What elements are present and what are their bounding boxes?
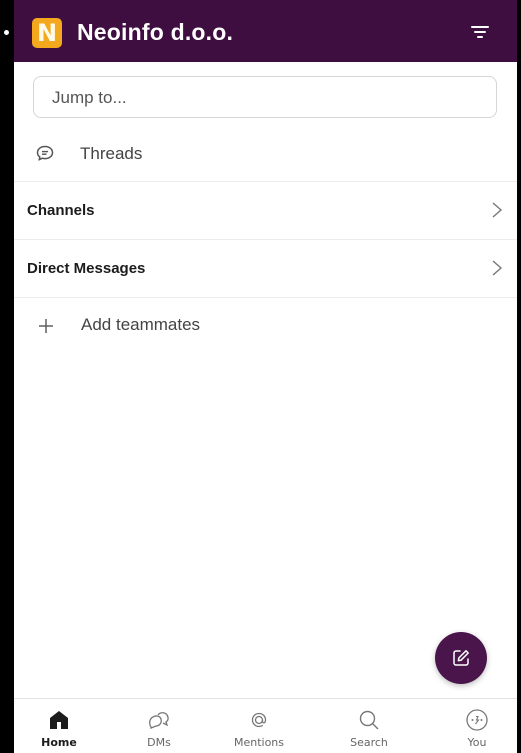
channels-label: Channels [27, 202, 95, 219]
nav-you[interactable]: You [437, 699, 517, 753]
mentions-icon [251, 712, 267, 728]
app-screen: N Neoinfo d.o.o. Jump to... Threads Chan… [14, 0, 517, 753]
nav-mentions-label: Mentions [233, 736, 285, 749]
add-teammates-button[interactable]: Add teammates [14, 302, 517, 350]
chevron-right-icon [492, 260, 503, 276]
nav-dms[interactable]: DMs [119, 699, 199, 753]
dms-icon [149, 712, 169, 729]
nav-search[interactable]: Search [329, 699, 409, 753]
status-dot [4, 30, 9, 35]
jump-to-placeholder: Jump to... [52, 88, 127, 107]
search-icon [359, 710, 379, 730]
nav-search-label: Search [350, 736, 388, 749]
filter-icon[interactable] [471, 26, 489, 40]
nav-you-label: You [467, 736, 487, 749]
threads-label: Threads [80, 144, 143, 163]
add-teammates-label: Add teammates [81, 315, 201, 334]
plus-icon [39, 319, 53, 333]
workspace-logo-letter: N [36, 19, 58, 47]
nav-dms-label: DMs [147, 736, 171, 749]
threads-icon [36, 145, 54, 161]
channels-section[interactable]: Channels [14, 182, 517, 239]
workspace-logo[interactable]: N [32, 18, 62, 48]
nav-home[interactable]: Home [19, 699, 99, 753]
you-icon [466, 709, 488, 731]
nav-mentions[interactable]: Mentions [219, 699, 299, 753]
home-icon [50, 711, 68, 729]
jump-to-input[interactable]: Jump to... [33, 76, 497, 118]
divider [14, 297, 517, 298]
threads-item[interactable]: Threads [14, 132, 517, 178]
compose-icon [453, 650, 469, 666]
compose-button[interactable] [435, 632, 487, 684]
chevron-right-icon [492, 202, 503, 218]
direct-messages-section[interactable]: Direct Messages [14, 240, 517, 297]
workspace-name[interactable]: Neoinfo d.o.o. [77, 19, 233, 46]
direct-messages-label: Direct Messages [27, 260, 146, 277]
workspace-header: N Neoinfo d.o.o. [14, 0, 517, 62]
bottom-navigation: Home DMs Mentions Search You [14, 698, 517, 753]
nav-home-label: Home [41, 736, 77, 749]
